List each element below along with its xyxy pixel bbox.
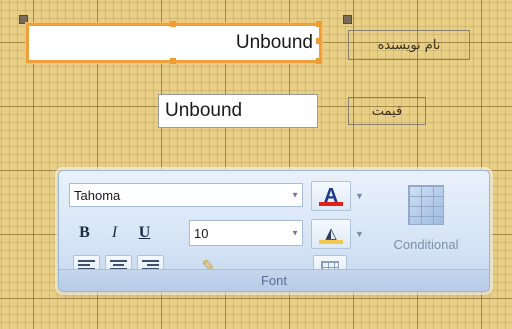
italic-button[interactable]: I <box>101 221 128 245</box>
chevron-down-icon[interactable]: ▼ <box>291 191 299 200</box>
font-color-bar <box>319 202 343 206</box>
author-label[interactable]: نام نویسنده <box>348 30 470 60</box>
chevron-down-icon[interactable]: ▼ <box>291 229 299 238</box>
resize-handle[interactable] <box>170 21 176 27</box>
group-caption: Font <box>59 269 489 291</box>
unbound-text: Unbound <box>165 100 243 121</box>
conditional-formatting-button[interactable]: Conditional <box>371 179 481 265</box>
unbound-text: Unbound <box>235 32 313 53</box>
resize-handle[interactable] <box>316 21 322 27</box>
underline-button[interactable]: U <box>131 221 158 245</box>
font-size-combo[interactable]: 10 ▼ <box>189 220 303 246</box>
font-color-button[interactable]: A <box>311 181 351 211</box>
label-move-handle[interactable] <box>343 15 352 24</box>
fill-color-bar <box>319 240 343 244</box>
bold-button[interactable]: B <box>71 221 98 245</box>
resize-handle[interactable] <box>170 58 176 64</box>
ribbon-font-group: Tahoma ▼ A ▼ B I U 10 ▼ ◭ ▼ ✎ Conditiona… <box>58 170 490 292</box>
fill-color-button[interactable]: ◭ <box>311 219 351 249</box>
conditional-formatting-icon <box>408 185 444 225</box>
unbound-textbox[interactable]: Unbound <box>158 94 318 128</box>
chevron-down-icon[interactable]: ▼ <box>355 229 364 239</box>
resize-handle[interactable] <box>316 58 322 64</box>
unbound-textbox-selected[interactable]: Unbound <box>26 23 322 63</box>
font-name-combo[interactable]: Tahoma ▼ <box>69 183 303 207</box>
resize-handle[interactable] <box>316 38 322 44</box>
price-label[interactable]: قیمت <box>348 97 426 125</box>
chevron-down-icon[interactable]: ▼ <box>355 191 364 201</box>
